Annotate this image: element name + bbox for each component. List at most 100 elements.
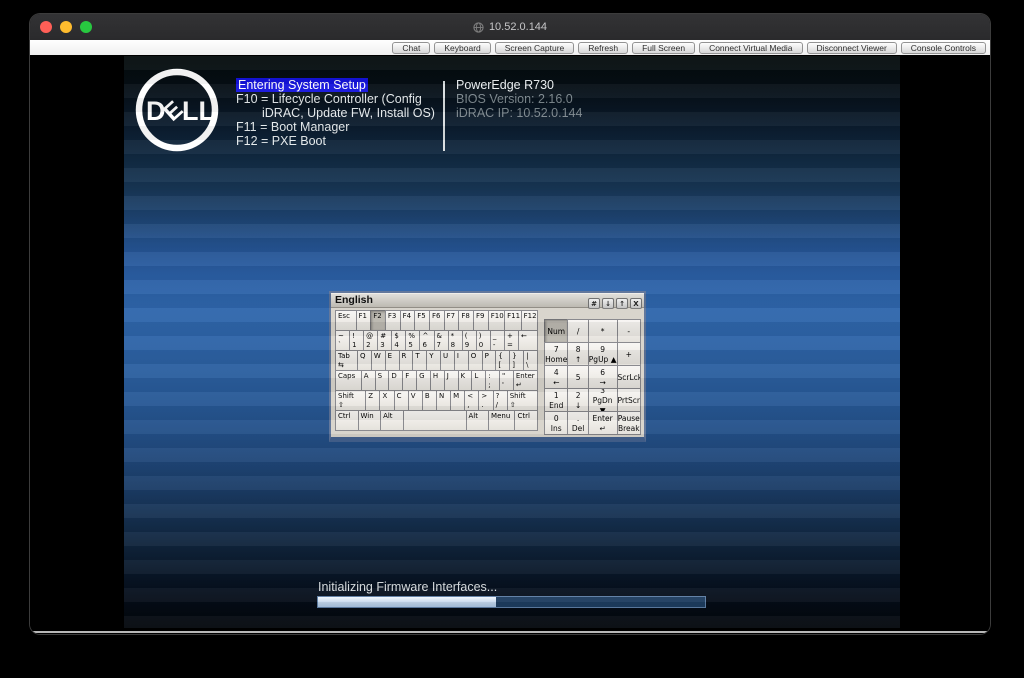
disconnect-viewer-button[interactable]: Disconnect Viewer <box>807 42 897 54</box>
keyboard-key[interactable]: F8 <box>458 310 474 331</box>
keyboard-key[interactable]: / <box>567 319 588 343</box>
keyboard-key[interactable]: += <box>504 330 519 351</box>
keyboard-key[interactable]: D <box>388 370 403 391</box>
keyboard-key[interactable]: 1End <box>544 388 568 412</box>
keyboard-key[interactable]: F7 <box>444 310 460 331</box>
keyboard-key[interactable]: F4 <box>400 310 416 331</box>
keyboard-key[interactable]: Tab⇆ <box>335 350 358 371</box>
keyboard-key[interactable]: "' <box>499 370 514 391</box>
keyboard-key[interactable]: F2 <box>370 310 386 331</box>
keyboard-key[interactable]: ^6 <box>419 330 434 351</box>
keyboard-key[interactable]: %5 <box>405 330 420 351</box>
keyboard-key[interactable]: Z <box>365 390 380 411</box>
keyboard-key[interactable]: S <box>375 370 390 391</box>
keyboard-key[interactable]: @2 <box>363 330 378 351</box>
keyboard-key[interactable]: J <box>444 370 459 391</box>
keyboard-key[interactable]: F5 <box>414 310 430 331</box>
keyboard-key[interactable]: + <box>617 342 641 366</box>
keyboard-key[interactable]: B <box>422 390 437 411</box>
keyboard-key[interactable]: 5 <box>567 365 588 389</box>
keyboard-key[interactable]: $4 <box>391 330 406 351</box>
keyboard-key[interactable]: Num <box>544 319 568 343</box>
keyboard-key[interactable]: G <box>416 370 431 391</box>
keyboard-key[interactable]: }] <box>509 350 524 371</box>
keyboard-key[interactable]: Ctrl <box>514 410 538 431</box>
keyboard-key[interactable]: {[ <box>495 350 510 371</box>
keyboard-key[interactable]: !1 <box>349 330 364 351</box>
keyboard-key[interactable]: O <box>468 350 483 371</box>
keyboard-key[interactable]: R <box>399 350 414 371</box>
keyboard-key[interactable]: &7 <box>434 330 449 351</box>
keyboard-key[interactable]: C <box>394 390 409 411</box>
chat-button[interactable]: Chat <box>392 42 430 54</box>
keyboard-key[interactable]: A <box>361 370 376 391</box>
keyboard-key[interactable]: Shift⇧ <box>335 390 366 411</box>
keyboard-key[interactable]: 6→ <box>588 365 618 389</box>
keyboard-key[interactable]: X <box>379 390 394 411</box>
keyboard-key[interactable]: <, <box>464 390 479 411</box>
keyboard-key[interactable]: #3 <box>377 330 392 351</box>
keyboard-key[interactable]: Enter↵ <box>588 411 618 435</box>
keyboard-key[interactable]: F <box>402 370 417 391</box>
keyboard-key[interactable]: Shift⇧ <box>507 390 538 411</box>
keyboard-key[interactable]: 8↑ <box>567 342 588 366</box>
keyboard-key[interactable]: 9PgUp ▲ <box>588 342 618 366</box>
full-screen-button[interactable]: Full Screen <box>632 42 695 54</box>
keyboard-key[interactable]: >. <box>478 390 493 411</box>
keyboard-key[interactable]: :; <box>485 370 500 391</box>
keyboard-key[interactable] <box>403 410 467 431</box>
keyboard-key[interactable]: Caps <box>335 370 362 391</box>
keyboard-key[interactable]: M <box>450 390 465 411</box>
keyboard-key[interactable]: K <box>458 370 473 391</box>
keyboard-key[interactable]: * <box>588 319 618 343</box>
keyboard-key[interactable]: 7Home <box>544 342 568 366</box>
screen-capture-button[interactable]: Screen Capture <box>495 42 575 54</box>
keyboard-key[interactable]: Alt <box>466 410 490 431</box>
keyboard-key[interactable]: F1 <box>356 310 372 331</box>
keyboard-key[interactable]: ~` <box>335 330 350 351</box>
keyboard-key[interactable]: P <box>482 350 497 371</box>
keyboard-key[interactable]: - <box>617 319 641 343</box>
maximize-button[interactable]: ↑ <box>616 298 628 309</box>
keyboard-key[interactable]: F12 <box>521 310 538 331</box>
keyboard-key[interactable]: 4← <box>544 365 568 389</box>
keyboard-key[interactable]: Win <box>358 410 382 431</box>
keyboard-key[interactable]: |\ <box>523 350 538 371</box>
keyboard-key[interactable]: (9 <box>462 330 477 351</box>
close-button[interactable]: X <box>630 298 642 309</box>
keyboard-titlebar[interactable]: English #↓↑X <box>331 293 644 308</box>
keyboard-key[interactable]: 0Ins <box>544 411 568 435</box>
keyboard-key[interactable]: E <box>385 350 400 371</box>
keyboard-key[interactable]: Q <box>357 350 372 371</box>
keyboard-key[interactable]: ?/ <box>493 390 508 411</box>
keyboard-key[interactable]: Ctrl <box>335 410 359 431</box>
keyboard-key[interactable]: F3 <box>385 310 401 331</box>
refresh-button[interactable]: Refresh <box>578 42 628 54</box>
keyboard-key[interactable]: _- <box>490 330 505 351</box>
keyboard-key[interactable]: Menu <box>488 410 515 431</box>
keyboard-key[interactable]: F6 <box>429 310 445 331</box>
keyboard-key[interactable]: H <box>430 370 445 391</box>
keyboard-key[interactable]: 3PgDn ▼ <box>588 388 618 412</box>
keyboard-key[interactable]: PrtScn <box>617 388 641 412</box>
keyboard-key[interactable]: F10 <box>488 310 505 331</box>
keyboard-key[interactable]: ← <box>518 330 538 351</box>
keyboard-key[interactable]: Enter↵ <box>513 370 538 391</box>
keyboard-key[interactable]: 2↓ <box>567 388 588 412</box>
keyboard-key[interactable]: V <box>408 390 423 411</box>
keyboard-key[interactable]: Esc <box>335 310 357 331</box>
keyboard-key[interactable]: )0 <box>476 330 491 351</box>
keyboard-key[interactable]: PauseBreak <box>617 411 641 435</box>
keyboard-key[interactable]: N <box>436 390 451 411</box>
keyboard-key[interactable]: Alt <box>380 410 404 431</box>
window-titlebar[interactable]: 10.52.0.144 <box>30 14 990 40</box>
pin-button[interactable]: # <box>588 298 600 309</box>
keyboard-key[interactable]: .Del <box>567 411 588 435</box>
keyboard-key[interactable]: F9 <box>473 310 489 331</box>
connect-virtual-media-button[interactable]: Connect Virtual Media <box>699 42 802 54</box>
keyboard-key[interactable]: ScrLck <box>617 365 641 389</box>
keyboard-button[interactable]: Keyboard <box>434 42 490 54</box>
keyboard-key[interactable]: U <box>440 350 455 371</box>
keyboard-key[interactable]: T <box>412 350 427 371</box>
keyboard-key[interactable]: I <box>454 350 469 371</box>
